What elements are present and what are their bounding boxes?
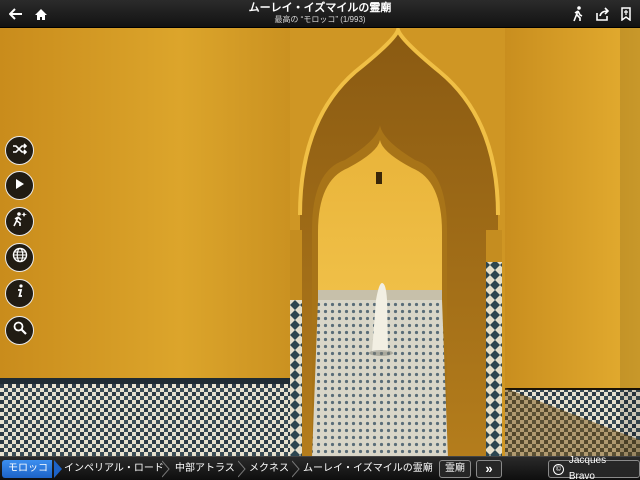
breadcrumb-item-imperial-road[interactable]: インペリアル・ロード bbox=[64, 460, 164, 478]
photo-view[interactable] bbox=[0, 0, 640, 480]
breadcrumb-separator bbox=[54, 460, 62, 478]
info-icon bbox=[16, 284, 24, 303]
walking-person-icon[interactable] bbox=[568, 4, 588, 24]
search-icon bbox=[13, 321, 27, 340]
home-icon[interactable] bbox=[31, 4, 51, 24]
more-button[interactable]: » bbox=[476, 460, 502, 478]
breadcrumb-item-middle-atlas[interactable]: 中部アトラス bbox=[175, 460, 235, 478]
map-button[interactable] bbox=[5, 243, 34, 272]
breadcrumb-item-mausoleum[interactable]: ムーレイ・イズマイルの霊廟 bbox=[303, 460, 433, 478]
explore-button[interactable] bbox=[5, 207, 34, 236]
page-subtitle: 最高の “モロッコ” (1/993) bbox=[274, 15, 366, 24]
play-icon bbox=[15, 177, 25, 195]
top-bar: ムーレイ・イズマイルの霊廟 最高の “モロッコ” (1/993) bbox=[0, 0, 640, 28]
info-button[interactable] bbox=[5, 279, 34, 308]
slideshow-play-button[interactable] bbox=[5, 171, 34, 200]
photo-credit[interactable]: © Jacques Bravo bbox=[548, 455, 640, 480]
title-block: ムーレイ・イズマイルの霊廟 最高の “モロッコ” (1/993) bbox=[160, 2, 480, 25]
bookmark-icon[interactable] bbox=[616, 4, 636, 24]
globe-icon bbox=[12, 247, 28, 268]
explore-person-icon bbox=[12, 211, 28, 232]
breadcrumb-separator bbox=[162, 460, 170, 478]
breadcrumb-item-meknes[interactable]: メクネス bbox=[249, 460, 289, 478]
search-button[interactable] bbox=[5, 316, 34, 345]
share-icon[interactable] bbox=[593, 4, 613, 24]
category-tag[interactable]: 霊廟 bbox=[439, 460, 471, 478]
photographer-name: Jacques Bravo bbox=[568, 455, 607, 480]
page-title: ムーレイ・イズマイルの霊廟 bbox=[248, 2, 392, 14]
breadcrumb-separator bbox=[238, 460, 246, 478]
breadcrumb-bar: モロッコ インペリアル・ロード 中部アトラス メクネス ムーレイ・イズマイルの霊… bbox=[0, 455, 640, 480]
shuffle-icon bbox=[12, 142, 28, 160]
lantern bbox=[376, 172, 382, 184]
shuffle-button[interactable] bbox=[5, 136, 34, 165]
mausoleum-photo bbox=[0, 23, 640, 458]
breadcrumb-item-morocco[interactable]: モロッコ bbox=[2, 460, 52, 478]
back-arrow-icon[interactable] bbox=[6, 4, 26, 24]
double-chevron-right-icon: » bbox=[485, 461, 493, 476]
breadcrumb-separator bbox=[292, 460, 300, 478]
copyright-icon: © bbox=[553, 463, 564, 475]
